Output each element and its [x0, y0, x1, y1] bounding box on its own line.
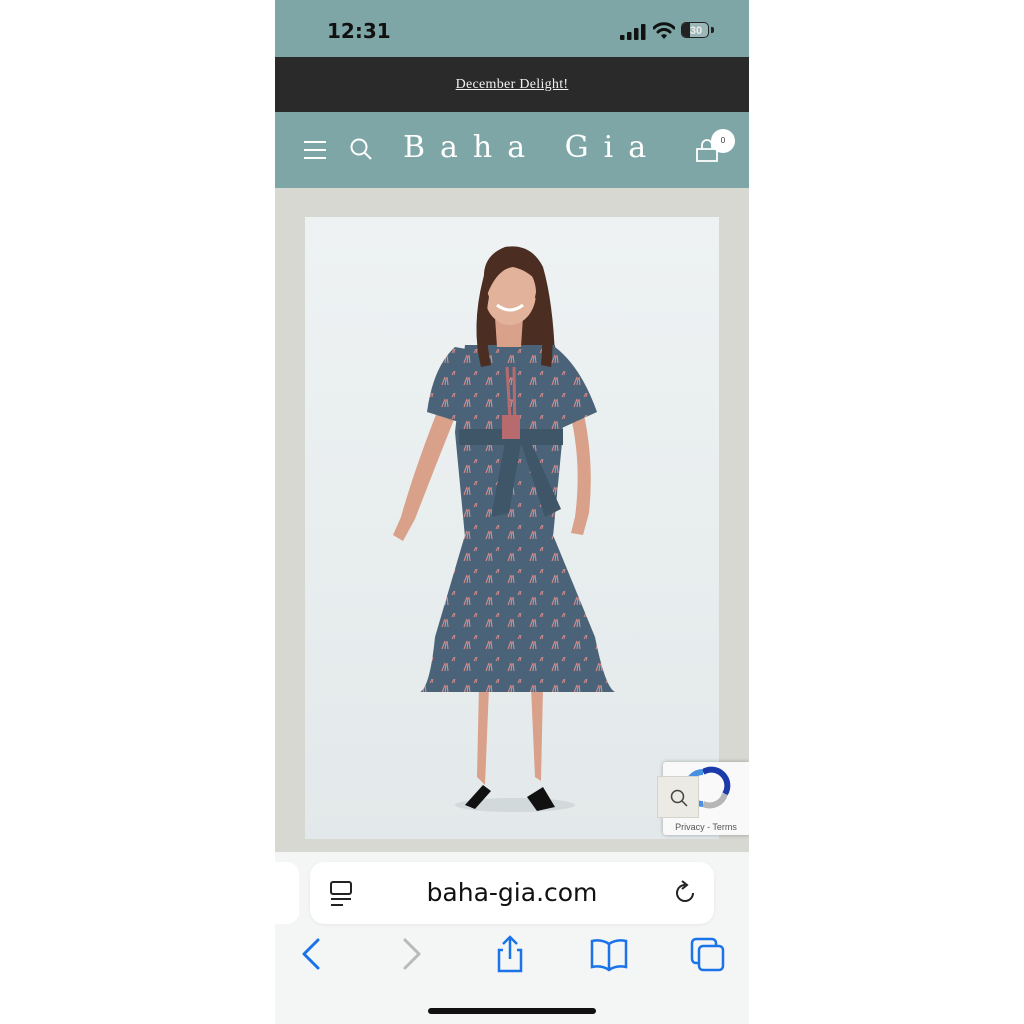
status-time: 12:31	[327, 19, 391, 43]
share-icon[interactable]	[491, 934, 529, 974]
brand-logo[interactable]: Baha Gia	[403, 130, 661, 165]
browser-toolbar: baha-gia.com	[275, 852, 749, 1024]
forward-icon[interactable]	[393, 934, 431, 974]
cellular-signal-icon	[620, 24, 646, 40]
bookmarks-icon[interactable]	[590, 934, 628, 974]
previous-tab-preview[interactable]	[275, 862, 299, 924]
battery-percent: 30	[689, 25, 703, 37]
phone-screen: 12:31 30 December Delight! Baha Gia 0 Pr…	[275, 0, 749, 1024]
announcement-bar: December Delight!	[275, 57, 749, 112]
search-icon	[670, 789, 688, 807]
floating-search-button[interactable]	[657, 776, 699, 818]
main-content	[275, 188, 749, 852]
wifi-icon	[653, 22, 675, 39]
announcement-link[interactable]: December Delight!	[456, 77, 569, 93]
cart-count-badge[interactable]: 0	[711, 129, 735, 153]
tabs-icon[interactable]	[689, 934, 727, 974]
menu-icon[interactable]	[303, 140, 327, 160]
address-bar[interactable]: baha-gia.com	[310, 862, 714, 924]
status-bar: 12:31 30	[275, 0, 749, 57]
battery-icon: 30	[681, 22, 715, 40]
product-image[interactable]	[305, 217, 719, 839]
recaptcha-links[interactable]: Privacy - Terms	[663, 822, 749, 832]
url-text[interactable]: baha-gia.com	[310, 862, 714, 924]
site-header: Baha Gia 0	[275, 112, 749, 188]
home-indicator	[428, 1008, 596, 1014]
search-icon[interactable]	[350, 138, 372, 160]
model-photo	[305, 217, 719, 839]
back-icon[interactable]	[292, 934, 330, 974]
reload-icon[interactable]	[672, 880, 698, 906]
